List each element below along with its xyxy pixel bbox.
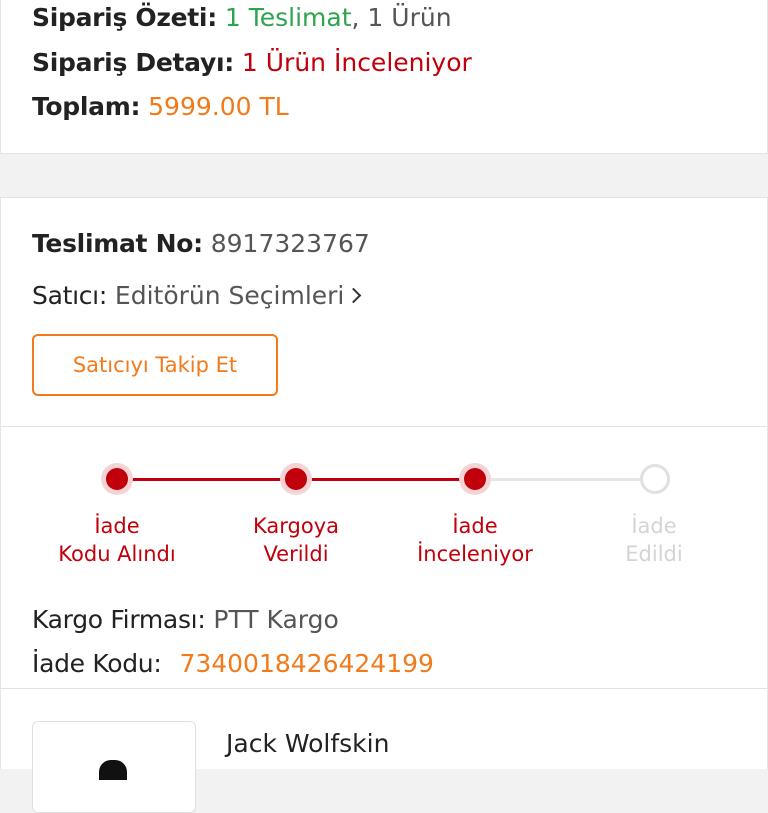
product-card[interactable]: Jack Wolfskin — [0, 688, 768, 813]
order-detail-label: Sipariş Detayı: — [32, 48, 234, 77]
delivery-no-value: 8917323767 — [210, 229, 370, 258]
order-total-label: Toplam: — [32, 92, 141, 121]
chevron-right-icon[interactable] — [346, 287, 362, 304]
tracker-step-3-label: İade İnceleniyor — [380, 512, 570, 568]
order-summary-card: Sipariş Özeti: 1 Teslimat, 1 Ürün Sipari… — [0, 0, 768, 154]
tracker-step-4-line1: İade — [631, 514, 677, 538]
seller-label: Satıcı: — [32, 281, 107, 310]
tracker-step-1-line2: Kodu Alındı — [58, 542, 176, 566]
delivery-no-row: Teslimat No: 8917323767 — [32, 229, 370, 259]
tracker-step-1-line1: İade — [94, 514, 140, 538]
tracker-line-1 — [117, 478, 297, 481]
cargo-company-label: Kargo Firması: — [32, 605, 206, 634]
tracker-step-4-line2: Edildi — [625, 542, 683, 566]
return-code-value[interactable]: 7340018426424199 — [179, 649, 434, 678]
seller-row[interactable]: Satıcı: Editörün Seçimleri — [32, 281, 362, 311]
order-summary-deliveries: 1 Teslimat — [224, 3, 352, 32]
order-summary-items: 1 Ürün — [367, 3, 452, 32]
tracker-step-3-line2: İnceleniyor — [417, 542, 533, 566]
follow-seller-button[interactable]: Satıcıyı Takip Et — [32, 334, 278, 396]
order-detail-row: Sipariş Detayı: 1 Ürün İnceleniyor — [32, 48, 472, 78]
tracker-step-4-label: İade Edildi — [559, 512, 749, 568]
tracker-step-4-dot — [640, 464, 670, 494]
cargo-company-value: PTT Kargo — [213, 605, 339, 634]
tracker-step-3-dot — [464, 468, 486, 490]
order-detail-value: 1 Ürün İnceleniyor — [241, 48, 472, 77]
cargo-company-row: Kargo Firması: PTT Kargo — [32, 605, 339, 635]
return-code-label: İade Kodu: — [32, 649, 162, 678]
seller-link[interactable]: Editörün Seçimleri — [115, 281, 344, 310]
tracker-step-2-line2: Verildi — [263, 542, 329, 566]
section-divider — [1, 426, 767, 427]
tracker-step-3-line1: İade — [452, 514, 498, 538]
tracker-step-1-label: İade Kodu Alındı — [22, 512, 212, 568]
tracker-step-1-dot — [106, 468, 128, 490]
order-summary-separator: , — [351, 3, 360, 32]
product-image-icon — [99, 760, 127, 780]
delivery-card: Teslimat No: 8917323767 Satıcı: Editörün… — [0, 197, 768, 758]
tracker-line-2 — [297, 478, 475, 481]
tracker-line-3 — [475, 478, 653, 481]
product-brand[interactable]: Jack Wolfskin — [226, 729, 389, 759]
return-code-row: İade Kodu: 7340018426424199 — [32, 649, 434, 679]
tracker-step-2-line1: Kargoya — [252, 514, 339, 538]
tracker-step-2-dot — [285, 468, 307, 490]
order-total-row: Toplam: 5999.00 TL — [32, 92, 289, 122]
order-summary-label: Sipariş Özeti: — [32, 3, 217, 32]
tracker-step-2-label: Kargoya Verildi — [201, 512, 391, 568]
order-total-value: 5999.00 TL — [148, 92, 289, 121]
delivery-no-label: Teslimat No: — [32, 229, 203, 258]
product-image[interactable] — [32, 721, 196, 813]
order-summary-row: Sipariş Özeti: 1 Teslimat, 1 Ürün — [32, 3, 452, 33]
